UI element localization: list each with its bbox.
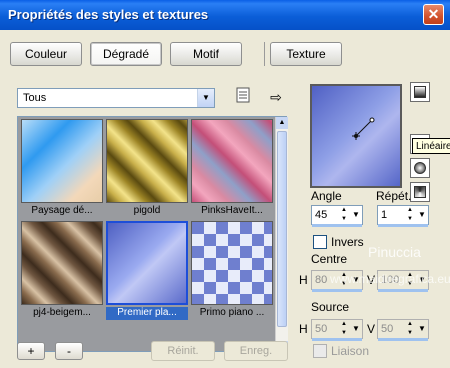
- link-label: Liaison: [331, 344, 370, 358]
- gradient-tile-selected[interactable]: Premier pla...: [106, 221, 188, 320]
- centre-v-slider[interactable]: [378, 289, 428, 292]
- source-v-slider[interactable]: [378, 338, 428, 341]
- gradient-label: pigold: [133, 205, 161, 216]
- invert-checkbox[interactable]: [313, 235, 327, 249]
- gradient-tile[interactable]: PinksHaveIt...: [191, 119, 273, 218]
- scroll-up-icon[interactable]: ▲: [276, 117, 288, 129]
- centre-h-value: 80: [315, 274, 328, 286]
- repeat-value: 1: [381, 209, 388, 221]
- gradient-swatch: [21, 119, 103, 203]
- gradient-swatch: [21, 221, 103, 305]
- tab-texture[interactable]: Texture: [270, 42, 342, 66]
- tab-separator: [264, 42, 265, 66]
- close-icon[interactable]: ✕: [423, 4, 444, 25]
- sunburst-gradient-button[interactable]: [410, 158, 430, 178]
- gradient-label: Premier pla...: [106, 307, 188, 320]
- source-v-value: 50: [381, 323, 394, 335]
- gradient-label: PinksHaveIt...: [201, 205, 263, 216]
- angle-spinner[interactable]: 45 ▲ ▼ ▼: [311, 205, 363, 227]
- angle-value: 45: [315, 209, 328, 221]
- gradient-swatch: [191, 221, 273, 305]
- gradient-direction-icon: [352, 117, 375, 140]
- source-v-label: V: [367, 322, 376, 336]
- reset-button[interactable]: Réinit.: [151, 341, 215, 361]
- gradient-label: Primo piano ...: [199, 307, 265, 318]
- source-h-spinner[interactable]: 50 ▲ ▼ ▼: [311, 319, 363, 341]
- angle-slider[interactable]: [312, 224, 362, 227]
- gradient-tile[interactable]: pj4-beigem...: [21, 221, 103, 320]
- tooltip: Linéaire: [412, 138, 450, 154]
- source-h-value: 50: [315, 323, 328, 335]
- spin-arrows-icon[interactable]: ▲ ▼: [338, 206, 350, 224]
- source-h-label: H: [299, 322, 308, 336]
- remove-button[interactable]: -: [55, 342, 83, 360]
- gradient-label: pj4-beigem...: [33, 307, 91, 318]
- centre-label: Centre: [311, 252, 348, 266]
- window-title: Propriétés des styles et textures: [8, 7, 209, 22]
- save-button[interactable]: Enreg.: [224, 341, 288, 361]
- spin-arrows-icon[interactable]: ▲ ▼: [404, 320, 416, 338]
- spin-arrows-icon[interactable]: ▲ ▼: [404, 206, 416, 224]
- chevron-down-icon[interactable]: ▼: [416, 320, 428, 338]
- chevron-down-icon: ▼: [197, 89, 214, 107]
- library-icon[interactable]: [233, 87, 253, 107]
- repeat-slider[interactable]: [378, 224, 428, 227]
- gradient-tile[interactable]: Primo piano ...: [191, 221, 273, 320]
- scroll-thumb[interactable]: [277, 131, 287, 327]
- source-v-spinner[interactable]: 50 ▲ ▼ ▼: [377, 319, 429, 341]
- category-select[interactable]: Tous ▼: [17, 88, 215, 108]
- invert-label: Invers: [331, 235, 364, 249]
- grid-scrollbar[interactable]: ▲ ▼: [275, 117, 288, 353]
- gradient-tile[interactable]: pigold: [106, 119, 188, 218]
- centre-h-slider[interactable]: [312, 289, 362, 292]
- repeat-spinner[interactable]: 1 ▲ ▼ ▼: [377, 205, 429, 227]
- gradient-tile[interactable]: Paysage dé...: [21, 119, 103, 218]
- chevron-down-icon[interactable]: ▼: [416, 206, 428, 224]
- gradient-swatch: [191, 119, 273, 203]
- dialog-body: Couleur Dégradé Motif Texture Tous ▼ ⇨ P…: [0, 30, 450, 368]
- tab-couleur[interactable]: Couleur: [10, 42, 82, 66]
- repeat-label: Répét.: [376, 189, 412, 203]
- tab-motif[interactable]: Motif: [170, 42, 242, 66]
- chevron-down-icon[interactable]: ▼: [350, 206, 362, 224]
- centre-h-label: H: [299, 273, 308, 287]
- link-checkbox[interactable]: [313, 344, 327, 358]
- radial-gradient-button[interactable]: [410, 182, 430, 202]
- watermark-url: www.maidiregrafica.eu: [330, 272, 450, 286]
- chevron-down-icon[interactable]: ▼: [350, 320, 362, 338]
- source-h-slider[interactable]: [312, 338, 362, 341]
- linear-gradient-button[interactable]: [410, 82, 430, 102]
- category-value: Tous: [23, 92, 47, 104]
- gradient-label: Paysage dé...: [31, 205, 93, 216]
- add-button[interactable]: +: [17, 342, 45, 360]
- gradient-swatch: [106, 221, 188, 305]
- watermark-name: Pinuccia: [368, 244, 421, 260]
- gradient-preview[interactable]: [310, 84, 402, 188]
- angle-label: Angle: [311, 189, 342, 203]
- gradient-grid: Paysage dé... pigold PinksHaveIt... pj4-…: [17, 116, 288, 353]
- arrow-right-icon[interactable]: ⇨: [266, 87, 286, 107]
- tab-degrade[interactable]: Dégradé: [90, 42, 162, 66]
- spin-arrows-icon[interactable]: ▲ ▼: [338, 320, 350, 338]
- gradient-swatch: [106, 119, 188, 203]
- title-bar: Propriétés des styles et textures ✕: [0, 0, 450, 30]
- source-label: Source: [311, 300, 350, 314]
